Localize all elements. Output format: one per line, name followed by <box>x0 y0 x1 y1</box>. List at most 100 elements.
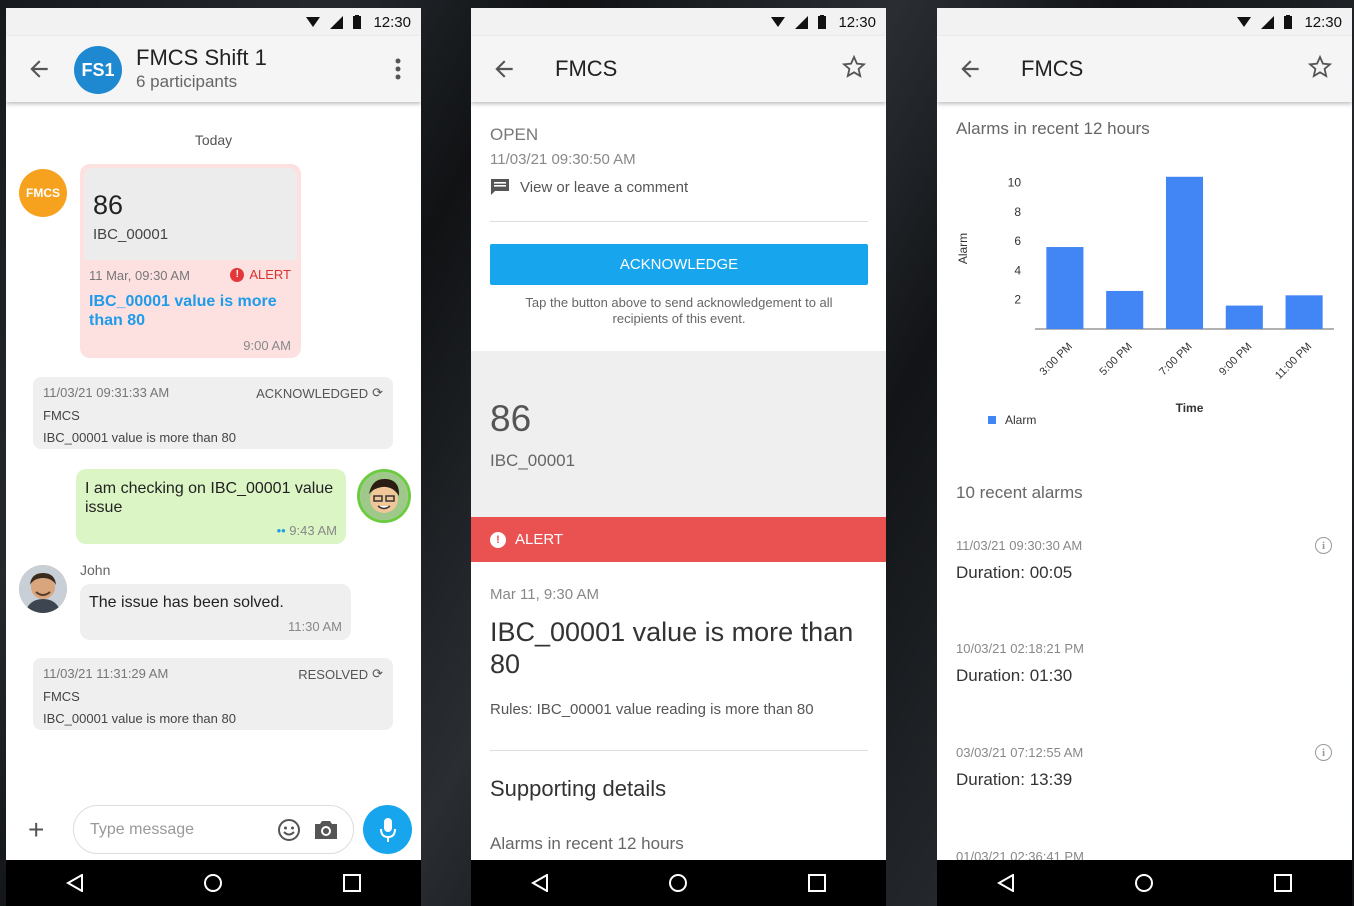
event-detail-screen: 12:30 FMCS OPEN 11/03/21 09:30:50 AM Vie… <box>471 8 886 906</box>
emoji-icon[interactable] <box>277 818 301 842</box>
divider <box>490 750 868 751</box>
signal-icon <box>1261 15 1274 29</box>
nav-recents-icon[interactable] <box>808 874 827 892</box>
nav-home-icon[interactable] <box>668 873 688 893</box>
date-divider: Today <box>194 132 233 148</box>
chat-subtitle: 6 participants <box>136 72 238 91</box>
nav-back-icon[interactable] <box>65 874 84 892</box>
divider <box>490 221 868 222</box>
john-avatar[interactable] <box>19 565 67 613</box>
status-time: 12:30 <box>1304 14 1342 31</box>
comment-icon <box>491 179 509 195</box>
back-arrow-icon[interactable] <box>957 56 983 82</box>
nav-back-icon[interactable] <box>530 874 549 892</box>
y-tick-label: 6 <box>1014 234 1021 248</box>
john-message-bubble[interactable]: The issue has been solved. 11:30 AM <box>80 584 351 640</box>
nav-home-icon[interactable] <box>203 873 223 893</box>
status-bar: 12:30 <box>471 8 886 36</box>
y-tick-label: 8 <box>1014 205 1021 219</box>
bar <box>1225 305 1263 329</box>
microphone-icon <box>379 817 396 842</box>
x-tick-label: 11:00 PM <box>1273 341 1314 382</box>
star-icon[interactable] <box>842 55 866 79</box>
battery-icon <box>818 15 826 29</box>
alert-rules: Rules: IBC_00001 value reading is more t… <box>490 701 814 718</box>
message-text: I am checking on IBC_00001 value issue <box>85 480 334 516</box>
message-time: •• 9:43 AM <box>276 523 337 538</box>
star-icon[interactable] <box>1308 55 1332 79</box>
info-icon[interactable]: i <box>1315 537 1332 554</box>
alert-message-link[interactable]: IBC_00001 value is more than 80 <box>89 292 289 330</box>
x-tick-label: 9:00 PM <box>1217 341 1254 378</box>
event-date: 11/03/21 09:30:50 AM <box>490 151 636 168</box>
alarm-bar-chart: 2 4 6 8 10 Alarm 3:00 PM 5:00 PM 7:00 PM 9:00 PM 1… <box>956 176 1334 427</box>
alarm-date: 11/03/21 09:30:30 AM <box>956 538 1083 553</box>
stats-appbar: FMCS <box>937 36 1352 102</box>
nav-recents-icon[interactable] <box>1274 874 1293 892</box>
chat-screen: 12:30 FS1 FMCS Shift 1 6 participants To… <box>6 8 421 906</box>
nav-home-icon[interactable] <box>1134 873 1154 893</box>
read-ticks-icon: •• <box>276 523 286 538</box>
y-tick-label: 2 <box>1014 293 1021 307</box>
bar <box>1046 247 1084 329</box>
system-navbar <box>6 860 421 906</box>
status-bar: 12:30 <box>6 8 421 36</box>
acknowledge-button[interactable]: ACKNOWLEDGE <box>490 244 868 285</box>
detail-appbar: FMCS <box>471 36 886 102</box>
event-sensor: IBC_00001 <box>490 451 576 470</box>
status-time: 12:30 <box>373 14 411 31</box>
x-tick-label: 5:00 PM <box>1097 341 1134 378</box>
y-tick-label: 10 <box>1008 176 1022 190</box>
legend-label: Alarm <box>1005 413 1036 427</box>
event-status: ACKNOWLEDGED ⟳ <box>256 385 383 401</box>
x-tick-label: 3:00 PM <box>1038 341 1075 378</box>
message-time: 11:30 AM <box>288 619 342 634</box>
add-attachment-icon[interactable]: + <box>28 814 44 846</box>
bar <box>1165 176 1204 329</box>
my-message-bubble[interactable]: I am checking on IBC_00001 value issue •… <box>76 469 346 544</box>
x-tick-label: 7:00 PM <box>1157 341 1194 378</box>
event-date: 11/03/21 11:31:29 AM <box>43 666 169 681</box>
event-source: FMCS <box>43 408 80 423</box>
nav-recents-icon[interactable] <box>343 874 362 892</box>
stats-screen: 12:30 FMCS Alarms in recent 12 hours 2 4 6… <box>937 8 1352 906</box>
alert-card[interactable]: 86 IBC_00001 11 Mar, 09:30 AM ! ALERT IBC… <box>80 164 301 358</box>
acknowledge-help: Tap the button above to send acknowledge… <box>525 295 833 326</box>
system-navbar <box>471 860 886 906</box>
bar <box>1106 290 1144 329</box>
info-icon[interactable]: i <box>1315 744 1332 761</box>
input-placeholder: Type message <box>90 821 195 838</box>
microphone-button[interactable] <box>363 805 412 854</box>
alarm-date: 03/03/21 07:12:55 AM <box>956 745 1084 760</box>
group-avatar[interactable]: FS1 <box>74 46 122 94</box>
alert-headline: IBC_00001 value is more than 80 <box>490 617 854 679</box>
back-arrow-icon[interactable] <box>26 56 52 82</box>
event-acknowledged[interactable]: 11/03/21 09:31:33 AM ACKNOWLEDGED ⟳ FMCS … <box>33 377 393 449</box>
message-text: The issue has been solved. <box>89 594 284 611</box>
alert-date: 11 Mar, 09:30 AM <box>89 268 190 283</box>
signal-icon <box>795 15 808 29</box>
alert-value: 86 <box>93 190 124 220</box>
nav-back-icon[interactable] <box>996 874 1015 892</box>
back-arrow-icon[interactable] <box>491 56 517 82</box>
system-navbar <box>937 860 1352 906</box>
alert-time: 9:00 AM <box>243 338 291 353</box>
alert-icon: ! <box>490 531 506 548</box>
chat-appbar: FS1 FMCS Shift 1 6 participants <box>6 36 421 102</box>
alert-sensor: IBC_00001 <box>93 226 169 243</box>
more-options-icon[interactable] <box>395 58 401 80</box>
my-avatar[interactable] <box>357 469 411 523</box>
sender-name: John <box>80 562 111 578</box>
supporting-details-heading: Supporting details <box>490 776 667 801</box>
camera-icon[interactable] <box>313 818 339 842</box>
y-axis-label: Alarm <box>956 233 970 264</box>
alert-bar: ! ALERT <box>471 517 886 562</box>
status-bar: 12:30 <box>937 8 1352 36</box>
battery-icon <box>353 15 361 29</box>
wifi-icon <box>771 17 785 27</box>
chart-heading: Alarms in recent 12 hours <box>956 119 1150 138</box>
event-status: RESOLVED ⟳ <box>298 666 383 682</box>
message-input[interactable]: Type message <box>73 805 354 854</box>
event-resolved[interactable]: 11/03/21 11:31:29 AM RESOLVED ⟳ FMCS IBC_… <box>33 658 393 730</box>
comment-link[interactable]: View or leave a comment <box>490 178 688 196</box>
